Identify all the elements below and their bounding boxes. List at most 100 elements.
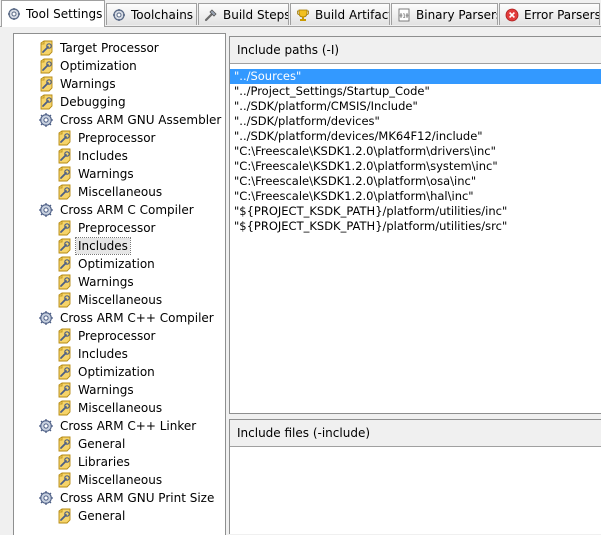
tree-item-c-optimization[interactable]: Optimization: [56, 255, 157, 273]
tree-item-debugging[interactable]: Debugging: [38, 93, 128, 111]
tree-item-c-miscellaneous[interactable]: Miscellaneous: [56, 291, 164, 309]
include-paths-list[interactable]: "../Sources" "../Project_Settings/Startu…: [230, 64, 601, 234]
tree-item-label: General: [78, 509, 126, 523]
tool-gear-icon: [38, 202, 54, 218]
tab-label: Error Parsers: [524, 7, 600, 22]
include-path-item[interactable]: "../Sources": [230, 69, 601, 84]
wrench-page-icon: [38, 94, 54, 110]
tree-item-label: Miscellaneous: [78, 473, 163, 487]
include-path-item[interactable]: "${PROJECT_KSDK_PATH}/platform/utilities…: [230, 219, 601, 234]
tree-item-linker-miscellaneous[interactable]: Miscellaneous: [56, 471, 164, 489]
tree-item-label: Preprocessor: [78, 221, 156, 235]
include-files-list[interactable]: [230, 447, 601, 533]
include-path-item[interactable]: "${PROJECT_KSDK_PATH}/platform/utilities…: [230, 204, 601, 219]
tree-item-label: Cross ARM C++ Linker: [60, 419, 197, 433]
include-path-item[interactable]: "../SDK/platform/devices": [230, 114, 601, 129]
tree-item-label: Libraries: [78, 455, 130, 469]
tree-item-cross-arm-gnu-print-size[interactable]: Cross ARM GNU Print Size: [38, 489, 216, 507]
build-artifact-icon: [297, 9, 309, 21]
wrench-page-icon: [38, 76, 54, 92]
include-files-header: Include files (-include): [230, 420, 601, 447]
tree-item-warnings[interactable]: Warnings: [38, 75, 118, 93]
tree-item-cpp-includes[interactable]: Includes: [56, 345, 130, 363]
tab-label: Tool Settings: [26, 7, 103, 21]
wrench-page-icon: [56, 238, 72, 254]
wrench-page-icon: [56, 346, 72, 362]
tree-item-target-processor[interactable]: Target Processor: [38, 39, 161, 57]
tree-item-assembler-includes[interactable]: Includes: [56, 147, 130, 165]
tree-item-label: Cross ARM C Compiler: [60, 203, 194, 217]
toolchains-icon: [113, 8, 125, 21]
wrench-page-icon: [56, 328, 72, 344]
tree-item-label: Miscellaneous: [78, 401, 163, 415]
tab-label: Toolchains: [131, 7, 194, 22]
wrench-page-icon: [56, 436, 72, 452]
tree-item-label: Debugging: [60, 95, 126, 109]
tree-item-label: Warnings: [78, 383, 134, 397]
tree-item-label: Miscellaneous: [78, 185, 163, 199]
wrench-page-icon: [38, 40, 54, 56]
tree-item-cpp-optimization[interactable]: Optimization: [56, 363, 157, 381]
tree-item-label: Preprocessor: [78, 131, 156, 145]
tab-label: Build Artifact: [315, 7, 390, 22]
tool-settings-icon: [8, 8, 20, 20]
tree-item-assembler-preprocessor[interactable]: Preprocessor: [56, 129, 157, 147]
include-path-item[interactable]: "C:\Freescale\KSDK1.2.0\platform\drivers…: [230, 144, 601, 159]
tree-item-label: Includes: [78, 149, 128, 163]
tree-item-cross-arm-gnu-assembler[interactable]: Cross ARM GNU Assembler: [38, 111, 223, 129]
include-path-item[interactable]: "../Project_Settings/Startup_Code": [230, 84, 601, 99]
tree-item-label: Warnings: [78, 275, 134, 289]
tab-toolchains[interactable]: Toolchains: [106, 3, 197, 25]
tree-item-cpp-preprocessor[interactable]: Preprocessor: [56, 327, 157, 345]
tree-item-assembler-miscellaneous[interactable]: Miscellaneous: [56, 183, 164, 201]
wrench-page-icon: [56, 130, 72, 146]
tree-item-label: Target Processor: [60, 41, 159, 55]
wrench-page-icon: [56, 220, 72, 236]
tree-item-cross-arm-c-compiler[interactable]: Cross ARM C Compiler: [38, 201, 196, 219]
wrench-page-icon: [56, 148, 72, 164]
include-path-item[interactable]: "../SDK/platform/devices/MK64F12/include…: [230, 129, 601, 144]
wrench-page-icon: [56, 364, 72, 380]
wrench-page-icon: [56, 400, 72, 416]
include-path-item[interactable]: "C:\Freescale\KSDK1.2.0\platform\osa\inc…: [230, 174, 601, 189]
wrench-page-icon: [56, 382, 72, 398]
wrench-page-icon: [56, 166, 72, 182]
include-path-item[interactable]: "C:\Freescale\KSDK1.2.0\platform\system\…: [230, 159, 601, 174]
svg-text:010: 010: [399, 13, 408, 19]
tree-item-label: Optimization: [78, 365, 155, 379]
tree-item-label: Cross ARM GNU Assembler: [60, 113, 222, 127]
tree-item-cpp-warnings[interactable]: Warnings: [56, 381, 136, 399]
include-path-item[interactable]: "C:\Freescale\KSDK1.2.0\platform\hal\inc…: [230, 189, 601, 204]
tab-binary-parsers[interactable]: 010 Binary Parsers: [391, 3, 498, 25]
tree-item-print-size-general[interactable]: General: [56, 507, 127, 525]
wrench-page-icon: [56, 256, 72, 272]
tree-item-linker-general[interactable]: General: [56, 435, 127, 453]
tool-gear-icon: [38, 418, 54, 434]
wrench-page-icon: [56, 508, 72, 524]
tree-item-cpp-miscellaneous[interactable]: Miscellaneous: [56, 399, 164, 417]
settings-tree[interactable]: Target Processor Optimization Warnings D…: [13, 33, 226, 535]
tree-item-cross-arm-cpp-compiler[interactable]: Cross ARM C++ Compiler: [38, 309, 216, 327]
binary-parsers-icon: 010: [398, 8, 410, 21]
include-files-pane: Include files (-include): [229, 419, 601, 534]
wrench-page-icon: [56, 184, 72, 200]
tree-item-assembler-warnings[interactable]: Warnings: [56, 165, 136, 183]
build-steps-icon: [204, 8, 217, 21]
tab-tool-settings[interactable]: Tool Settings: [1, 0, 105, 27]
include-paths-pane: Include paths (-I) "../Sources" "../Proj…: [229, 36, 601, 414]
tree-item-label: Warnings: [78, 167, 134, 181]
tab-build-steps[interactable]: Build Steps: [198, 3, 289, 25]
tree-item-optimization[interactable]: Optimization: [38, 57, 139, 75]
tool-gear-icon: [38, 112, 54, 128]
tab-build-artifact[interactable]: Build Artifact: [290, 3, 390, 25]
tree-item-c-warnings[interactable]: Warnings: [56, 273, 136, 291]
tree-item-linker-libraries[interactable]: Libraries: [56, 453, 132, 471]
tree-item-c-preprocessor[interactable]: Preprocessor: [56, 219, 157, 237]
tree-item-label: Includes: [78, 347, 128, 361]
tool-gear-icon: [38, 490, 54, 506]
tree-item-c-includes[interactable]: Includes: [56, 237, 131, 255]
tree-item-cross-arm-cpp-linker[interactable]: Cross ARM C++ Linker: [38, 417, 198, 435]
error-parsers-icon: [505, 8, 519, 21]
include-path-item[interactable]: "../SDK/platform/CMSIS/Include": [230, 99, 601, 114]
tab-error-parsers[interactable]: Error Parsers: [499, 3, 600, 25]
